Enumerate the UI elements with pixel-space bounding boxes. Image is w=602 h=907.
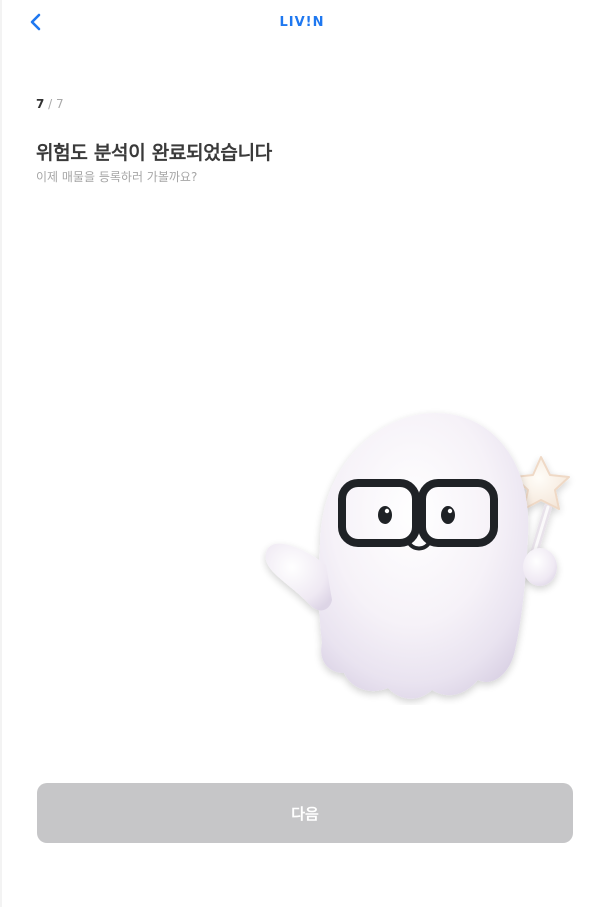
ghost-mascot-illustration [265,413,570,699]
ghost-body [265,413,557,699]
page-title: 위험도 분석이 완료되었습니다 [36,142,272,164]
next-button[interactable]: 다음 [37,783,573,843]
app-logo: LIV!N [279,15,325,30]
page-subtitle: 이제 매물을 등록하러 가볼까요? [36,170,198,184]
step-indicator: 7 / 7 [36,97,64,111]
step-total: 7 [56,97,64,111]
app-screen: LIV!N 7 / 7 위험도 분석이 완료되었습니다 이제 매물을 등록하러 … [0,0,602,907]
step-separator: / [44,97,57,111]
top-bar: LIV!N [2,0,602,46]
